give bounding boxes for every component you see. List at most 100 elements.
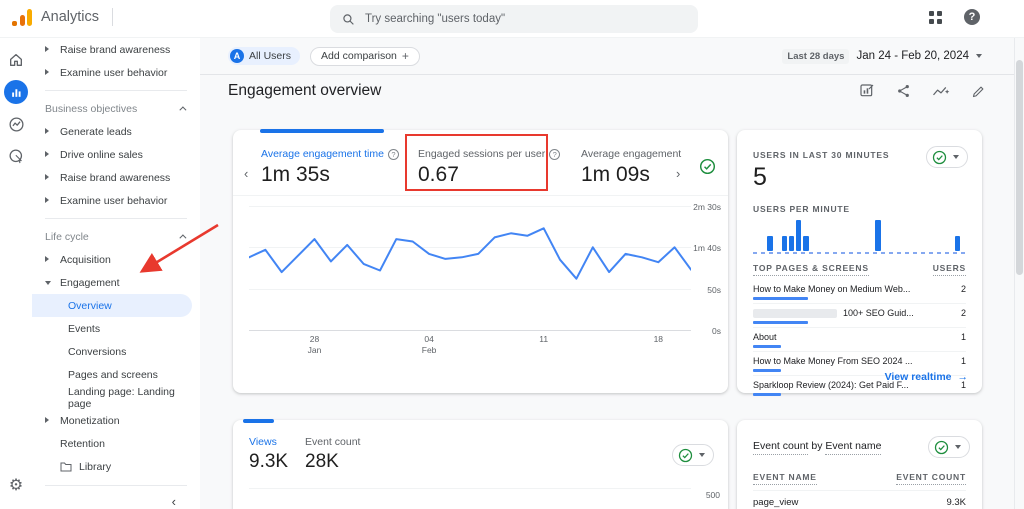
scrollbar-thumb[interactable] (1016, 60, 1023, 275)
check-circle-icon (678, 448, 693, 462)
view-realtime-link[interactable]: View realtime → (885, 371, 968, 383)
metric-average-engagement[interactable]: Average engagement 1m 09s (581, 148, 681, 187)
table-row[interactable]: 100+ SEO Guid... 2 (753, 303, 966, 327)
event-count-header[interactable]: EVENT COUNT (896, 472, 966, 485)
metric-views[interactable]: Views 9.3K (249, 436, 288, 473)
sidebar-item-examine-user-behavior[interactable]: Examine user behavior (32, 189, 200, 212)
analytics-logo-icon[interactable] (12, 8, 32, 26)
sidebar-item-pages-and-screens[interactable]: Pages and screens (32, 363, 200, 386)
data-quality-dropdown[interactable] (926, 146, 968, 168)
table-row[interactable]: page_view 9.3K (753, 490, 966, 509)
all-users-chip[interactable]: A All Users (228, 47, 301, 65)
expand-arrow-icon (45, 256, 49, 262)
advertising-icon[interactable] (4, 144, 28, 168)
table-row[interactable]: How to Make Money on Medium Web... 2 (753, 280, 966, 303)
data-quality-dropdown[interactable] (672, 444, 714, 466)
sidebar-item-landing-page-landing-page[interactable]: Landing page: Landing page (32, 386, 200, 410)
sidebar-item-overview[interactable]: Overview (32, 294, 192, 317)
customize-report-icon[interactable] (859, 83, 875, 99)
table-row[interactable]: About 1 (753, 327, 966, 351)
expand-arrow-icon (45, 151, 49, 157)
explore-icon[interactable] (4, 112, 28, 136)
users-per-minute-bar-chart (753, 218, 967, 251)
reports-icon[interactable] (4, 80, 28, 104)
minute-bar (954, 235, 960, 251)
search-placeholder: Try searching "users today" (365, 13, 506, 25)
annotation-highlight-box (405, 134, 548, 191)
nav-section-header[interactable]: Business objectives (32, 97, 200, 120)
sidebar-item-drive-online-sales[interactable]: Drive online sales (32, 143, 200, 166)
users-30min-label: USERS IN LAST 30 MINUTES (753, 150, 890, 160)
share-icon[interactable] (896, 83, 911, 99)
metric-average-engagement-time[interactable]: Average engagement time? 1m 35s (261, 148, 399, 187)
app-bar: Analytics Try searching "users today" ? (0, 0, 1024, 38)
y-axis-tick: 0s (712, 326, 721, 336)
add-comparison-button[interactable]: Add comparison + (310, 46, 420, 66)
expand-arrow-icon (45, 69, 49, 75)
apps-grid-icon[interactable] (929, 10, 942, 24)
y-axis-tick: 500 (705, 490, 720, 500)
users-30min-value: 5 (753, 163, 767, 191)
minute-bar (803, 235, 809, 251)
nav-divider (45, 218, 187, 219)
y-axis-tick: 1m 40s (693, 243, 721, 254)
sidebar-item-examine-user-behavior[interactable]: Examine user behavior (32, 61, 200, 84)
info-icon[interactable]: ? (549, 148, 561, 160)
insights-icon[interactable] (932, 84, 950, 99)
expand-arrow-icon (45, 128, 49, 134)
event-name-header[interactable]: EVENT NAME (753, 472, 817, 485)
expand-arrow-icon (45, 46, 49, 52)
users-per-minute-label: USERS PER MINUTE (753, 204, 850, 214)
metrics-prev-chevron[interactable]: ‹ (244, 166, 248, 181)
metric-event-count[interactable]: Event count 28K (305, 436, 360, 473)
folder-icon (60, 461, 72, 472)
users-column-header[interactable]: USERS (932, 263, 966, 276)
x-axis-tick: 28 Jan (307, 334, 322, 356)
expand-arrow-icon (45, 197, 49, 203)
page-title: Engagement overview (228, 82, 382, 99)
sidebar-item-library[interactable]: Library (32, 455, 200, 478)
gridline (249, 488, 691, 489)
page-title-cell: How to Make Money on Medium Web... (753, 284, 911, 294)
sidebar-item-retention[interactable]: Retention (32, 432, 200, 455)
x-axis-tick: 11 (539, 334, 549, 344)
active-metric-tab-indicator (243, 419, 274, 423)
line-series (249, 227, 691, 280)
chevron-down-icon (953, 155, 959, 159)
collapse-sidebar-button[interactable]: ‹ (32, 486, 200, 509)
minute-bar (767, 235, 773, 251)
app-title[interactable]: Analytics (41, 9, 99, 25)
sidebar-item-events[interactable]: Events (32, 317, 200, 340)
all-users-label: All Users (249, 50, 292, 62)
data-quality-check-icon[interactable] (699, 158, 716, 175)
users-count-cell: 2 (960, 284, 966, 294)
sidebar-item-conversions[interactable]: Conversions (32, 340, 200, 363)
home-icon[interactable] (4, 48, 28, 72)
sidebar-item-generate-leads[interactable]: Generate leads (32, 120, 200, 143)
sidebar-item-raise-brand-awareness[interactable]: Raise brand awareness (32, 38, 200, 61)
card-divider (233, 195, 728, 196)
active-metric-tab-indicator (260, 129, 384, 133)
vertical-scrollbar[interactable] (1014, 38, 1024, 509)
data-quality-dropdown[interactable] (928, 436, 970, 458)
engagement-time-line-chart[interactable] (249, 206, 691, 331)
help-icon[interactable]: ? (964, 9, 980, 25)
arrow-right-icon: → (957, 371, 969, 383)
sidebar-item-raise-brand-awareness[interactable]: Raise brand awareness (32, 166, 200, 189)
event-count-cell: 9.3K (946, 497, 966, 508)
page-title-cell: How to Make Money From SEO 2024 ... (753, 356, 913, 367)
event-name-cell: page_view (753, 497, 799, 508)
edit-pencil-icon[interactable] (971, 84, 986, 99)
collapse-arrow-icon (45, 280, 51, 285)
expand-arrow-icon (45, 417, 49, 423)
date-range-picker[interactable]: Last 28 days Jan 24 - Feb 20, 2024 (782, 48, 982, 64)
search-input[interactable]: Try searching "users today" (330, 5, 698, 33)
minute-bar (781, 235, 788, 251)
top-pages-header[interactable]: TOP PAGES & SCREENS (753, 263, 869, 276)
sidebar-item-monetization[interactable]: Monetization (32, 409, 200, 432)
date-range-preset: Last 28 days (782, 48, 850, 64)
admin-gear-icon[interactable]: ⚙ (4, 474, 28, 498)
info-icon[interactable]: ? (387, 148, 399, 160)
chevron-down-icon (955, 445, 961, 449)
users-bar (753, 297, 808, 300)
